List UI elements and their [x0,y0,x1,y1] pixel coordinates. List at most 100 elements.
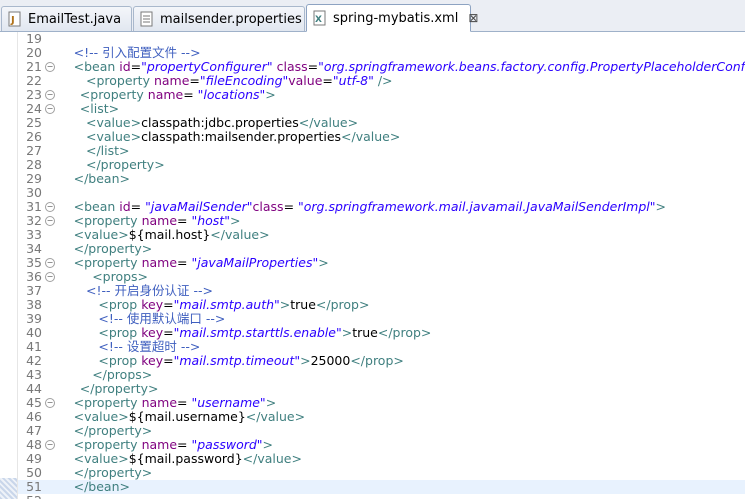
close-tab-icon[interactable]: ⊠ [468,11,478,25]
code-text: <!-- 开启身份认证 --> [86,284,213,298]
code-token: </value> [298,115,359,130]
code-token: = [130,199,142,214]
line-number: 28 [26,157,42,172]
code-token: key [141,325,164,340]
code-line[interactable]: 26 <value>classpath:mailsender.properties… [18,130,745,144]
code-line[interactable]: 38 <prop key="mail.smtp.auth">true</prop> [18,298,745,312]
code-line[interactable]: 36− <props> [18,270,745,284]
code-token: <!-- 开启身份认证 --> [86,283,213,298]
code-line[interactable]: 20 <!-- 引入配置文件 --> [18,46,745,60]
code-line[interactable]: 22 <property name="fileEncoding"value="ut… [18,74,745,88]
code-line[interactable]: 49 <value>${mail.password}</value> [18,452,745,466]
code-line[interactable]: 21− <bean id="propertyConfigurer" class="… [18,60,745,74]
code-line[interactable]: 46 <value>${mail.username}</value> [18,410,745,424]
fold-toggle-icon[interactable]: − [45,398,55,408]
code-token: true [290,297,316,312]
code-line[interactable]: 31− <bean id= "javaMailSender"class= "org… [18,200,745,214]
code-line[interactable]: 41 <!-- 设置超时 --> [18,340,745,354]
code-line[interactable]: 23− <property name= "locations"> [18,88,745,102]
code-text: <property name="fileEncoding"value="utf-… [86,74,393,88]
code-text: </property> [74,424,153,438]
code-line[interactable]: 28 </property> [18,158,745,172]
code-line[interactable]: 50 </property> [18,466,745,480]
code-token: <props> [92,269,149,284]
fold-toggle-icon[interactable]: − [45,104,55,114]
code-token: </bean> [73,479,130,494]
code-line[interactable]: 37 <!-- 开启身份认证 --> [18,284,745,298]
code-token: "mail.smtp.starttls.enable" [173,325,342,340]
code-line[interactable]: 48− <property name= "password"> [18,438,745,452]
editor-tab-bar: J EmailTest.java mailsender.properties X… [0,0,745,32]
code-token: > [262,437,274,452]
tab-spring-mybatis-xml[interactable]: X spring-mybatis.xml ⊠ [306,4,478,32]
code-token: "username" [187,395,266,410]
code-line[interactable]: 39 <!-- 使用默认端口 --> [18,312,745,326]
code-text: <prop key="mail.smtp.timeout">25000</pro… [98,354,403,368]
fold-toggle-icon[interactable]: − [45,258,55,268]
code-token: ${mail.password} [128,451,243,466]
code-text: <value>${mail.host}</value> [74,228,270,242]
code-token: <property [73,437,142,452]
line-number: 30 [26,185,42,200]
code-text: <property name= "username"> [74,396,277,410]
code-token: classpath:jdbc.properties [141,115,299,130]
code-token: "utf-8" [332,73,374,88]
code-token: <value> [73,451,129,466]
code-line[interactable]: 45− <property name= "username"> [18,396,745,410]
code-text: <!-- 设置超时 --> [98,340,200,354]
line-number: 29 [26,171,42,186]
line-number: 42 [26,353,42,368]
code-token: "mail.smtp.auth" [173,297,280,312]
code-line[interactable]: 19 [18,32,745,46]
code-text: <property name= "host"> [74,214,241,228]
code-token: </value> [341,129,401,144]
tab-label: spring-mybatis.xml [333,10,459,26]
code-token: = [177,255,188,270]
code-token: <bean [73,59,120,74]
code-token: = [163,325,174,340]
code-text: </props> [92,368,152,382]
code-line[interactable]: 24− <list> [18,102,745,116]
code-line[interactable]: 30 [18,186,745,200]
code-line[interactable]: 43 </props> [18,368,745,382]
code-token: <list> [79,101,120,116]
code-token: "org.springframework.beans.factory.confi… [318,59,745,74]
tab-mailsender-properties[interactable]: mailsender.properties [133,6,305,31]
xml-editor[interactable]: 19 20 <!-- 引入配置文件 --> 21− <bean id="property… [18,32,745,499]
code-token: </bean> [73,171,130,186]
code-line[interactable]: 47 </property> [18,424,745,438]
code-line[interactable]: 25 <value>classpath:jdbc.properties</valu… [18,116,745,130]
code-token: name [141,437,178,452]
code-text: </list> [86,144,130,158]
code-token: </value> [242,451,302,466]
line-number: 38 [26,297,42,312]
code-text: <property name= "password"> [74,438,273,452]
fold-toggle-icon[interactable]: − [45,90,55,100]
fold-toggle-icon[interactable]: − [45,440,55,450]
code-line[interactable]: 35− <property name= "javaMailProperties"> [18,256,745,270]
svg-text:J: J [10,15,15,26]
code-token: classpath:mailsender.properties [141,129,342,144]
code-line[interactable]: 33 <value>${mail.host}</value> [18,228,745,242]
code-line[interactable]: 34 </property> [18,242,745,256]
code-line[interactable]: 32− <property name= "host"> [18,214,745,228]
tab-emailtest-java[interactable]: J EmailTest.java [1,6,132,31]
fold-toggle-icon[interactable]: − [45,216,55,226]
code-text: <value>classpath:jdbc.properties</value> [86,116,358,130]
code-line[interactable]: 40 <prop key="mail.smtp.starttls.enable">… [18,326,745,340]
code-token: <property [73,213,142,228]
code-line[interactable]: 52 [18,494,745,499]
line-number: 45 [26,395,42,410]
code-line[interactable]: 29 </bean> [18,172,745,186]
code-line[interactable]: 44 </property> [18,382,745,396]
code-token: <value> [86,115,142,130]
code-token: </value> [245,409,306,424]
code-text: </property> [86,158,165,172]
fold-toggle-icon[interactable]: − [45,272,55,282]
code-line[interactable]: 27 </list> [18,144,745,158]
line-number: 32 [26,213,42,228]
fold-toggle-icon[interactable]: − [45,62,55,72]
fold-toggle-icon[interactable]: − [45,202,55,212]
code-line[interactable]: 42 <prop key="mail.smtp.timeout">25000</p… [18,354,745,368]
code-line[interactable]: 51 </bean> [18,480,745,494]
